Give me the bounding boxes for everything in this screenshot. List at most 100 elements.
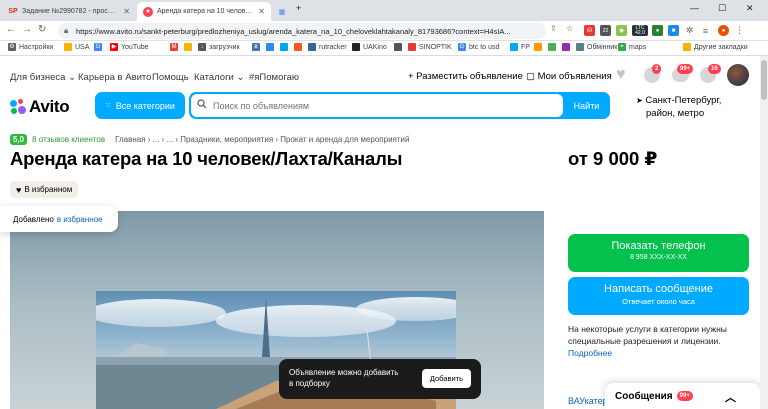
browser-tab-pinned[interactable]: ▦ xyxy=(272,2,292,21)
bookmark-site[interactable] xyxy=(534,43,545,51)
cart-badge: 16 xyxy=(708,64,721,74)
window-close-icon[interactable]: ✕ xyxy=(746,3,754,14)
location-arrow-icon: ➤ xyxy=(636,96,643,105)
bookmark-fp[interactable]: FP xyxy=(510,43,530,51)
bookmark-downloader[interactable]: ↓ загрузчик xyxy=(198,43,240,51)
profile-avatar-icon[interactable]: ● xyxy=(718,25,729,36)
back-icon[interactable]: ← xyxy=(6,24,16,35)
url-field[interactable]: 🔒︎ https://www.avito.ru/sankt-peterburg/… xyxy=(58,23,546,39)
site-icon xyxy=(308,43,316,51)
reviews-link[interactable]: 8 отзывов клиентов xyxy=(32,135,105,144)
messages-count-badge: 99+ xyxy=(676,391,693,401)
bookmark-gmail[interactable]: M xyxy=(170,43,181,51)
maximize-icon[interactable]: ☐ xyxy=(718,3,726,14)
nav-career[interactable]: Карьера в Авито xyxy=(78,72,151,83)
bookmark-site[interactable] xyxy=(294,43,305,51)
avito-logo[interactable]: Avito xyxy=(10,97,70,117)
dots-grid-icon: ⁙ xyxy=(105,101,112,110)
bookmark-other[interactable]: Другие закладки xyxy=(683,43,748,51)
ads-icon: ▢ xyxy=(526,71,535,82)
reading-list-icon[interactable]: ≡ xyxy=(700,25,711,36)
breadcrumb-item[interactable]: Праздники, мероприятия xyxy=(180,135,273,144)
tab-close-icon[interactable]: ✕ xyxy=(123,7,130,16)
ext-ltc-icon[interactable]: LTC 42.0 xyxy=(632,25,648,36)
bookmark-site[interactable] xyxy=(266,43,277,51)
nav-help-tag[interactable]: #яПомогаю xyxy=(249,72,299,83)
nav-for-business[interactable]: Для бизнеса ⌄ xyxy=(10,72,76,83)
bookmark-site[interactable] xyxy=(562,43,573,51)
bookmark-settings[interactable]: ⚙ Настройки xyxy=(8,43,53,51)
minimize-icon[interactable]: — xyxy=(690,3,699,13)
nav-catalogs[interactable]: Каталоги ⌄ xyxy=(194,72,244,83)
bookmark-btc[interactable]: Gbtc to usd xyxy=(458,43,499,51)
bookmark-site[interactable] xyxy=(548,43,559,51)
google-icon: G xyxy=(94,43,102,51)
extensions-puzzle-icon[interactable]: ✲ xyxy=(684,25,695,36)
site-icon xyxy=(280,43,288,51)
bookmark-sinoptik[interactable]: SINOPTIK xyxy=(408,43,452,51)
messages-panel-bar[interactable]: Сообщения 99+ ︿ xyxy=(605,383,760,409)
ext-icon[interactable]: ● xyxy=(652,25,663,36)
heart-icon: ♥ xyxy=(16,184,22,195)
browser-address-bar: ← → ↻ 🔒︎ https://www.avito.ru/sankt-pete… xyxy=(0,21,768,41)
all-categories-button[interactable]: ⁙ Все категории xyxy=(95,92,185,119)
browser-tab-task[interactable]: SP Задание №2990782 - просмотр з... ✕ xyxy=(2,2,136,21)
bookmark-youtube[interactable]: ▶ YouTube xyxy=(110,43,149,51)
add-to-collection-button[interactable]: Добавить xyxy=(421,369,471,388)
share-icon[interactable]: ⇪ xyxy=(550,24,557,33)
site-icon xyxy=(294,43,302,51)
bookmark-site[interactable] xyxy=(394,43,405,51)
bookmark-exchanger[interactable]: Обмінник xyxy=(576,43,617,51)
location-selector[interactable]: ➤ Санкт-Петербург, район, метро xyxy=(636,94,721,120)
maps-icon: ⌖ xyxy=(618,43,626,51)
page-scrollbar[interactable] xyxy=(760,56,768,409)
favorites-link[interactable]: в избранное xyxy=(57,215,103,224)
chevron-up-icon[interactable]: ︿ xyxy=(725,389,736,405)
scrollbar-thumb[interactable] xyxy=(761,60,767,100)
listing-title: Аренда катера на 10 человек/Лахта/Каналы xyxy=(10,148,403,169)
bookmark-vk[interactable]: в xyxy=(252,43,263,51)
site-icon xyxy=(548,43,556,51)
breadcrumb-item[interactable]: ... xyxy=(153,135,160,144)
search-input[interactable] xyxy=(191,94,563,117)
user-avatar[interactable] xyxy=(727,64,749,86)
ext-counter-icon[interactable]: 22 xyxy=(600,25,611,36)
breadcrumb-home[interactable]: Главная xyxy=(115,135,145,144)
tab-favicon-icon: ● xyxy=(143,6,153,17)
bookmark-usa[interactable]: USA xyxy=(64,43,89,51)
notice-more-link[interactable]: Подробнее xyxy=(568,347,758,359)
post-ad-link[interactable]: + Разместить объявление xyxy=(408,71,523,82)
search-button[interactable]: Найти xyxy=(563,92,610,119)
bookmark-google[interactable]: G xyxy=(94,43,105,51)
ext-icon[interactable]: ⛁ xyxy=(584,25,595,36)
bookmark-maps[interactable]: ⌖ maps xyxy=(618,43,646,51)
logo-text: Avito xyxy=(29,97,70,116)
new-tab-icon[interactable]: + xyxy=(296,3,301,13)
favorite-button[interactable]: ♥ В избранном xyxy=(10,181,79,198)
listing-price: от 9 000 ₽ xyxy=(568,148,658,169)
show-phone-button[interactable]: Показать телефон 8 958 XXX-XX-XX xyxy=(568,234,749,272)
bookmark-uakino[interactable]: UAKino xyxy=(352,43,387,51)
update-icon[interactable]: ⋮ xyxy=(734,25,745,36)
seller-name-link[interactable]: ВАУкатер xyxy=(568,396,608,406)
breadcrumb-item[interactable]: ... xyxy=(166,135,173,144)
reload-icon[interactable]: ↻ xyxy=(38,24,46,35)
breadcrumb-separator: › xyxy=(159,134,167,144)
nav-help[interactable]: Помощь xyxy=(152,72,189,83)
browser-tab-avito[interactable]: ● Аренда катера на 10 человек/Ла... ✕ xyxy=(137,2,271,21)
write-message-button[interactable]: Написать сообщение Отвечает около часа xyxy=(568,277,749,315)
favorites-heart-icon[interactable]: ♥ xyxy=(616,66,626,84)
chevron-down-icon: ⌄ xyxy=(236,72,245,83)
bookmark-rutracker[interactable]: rutracker xyxy=(308,43,347,51)
forward-icon[interactable]: → xyxy=(22,24,32,35)
ext-icon[interactable]: ◆ xyxy=(616,25,627,36)
ext-icon[interactable]: ■ xyxy=(668,25,679,36)
star-icon[interactable]: ☆ xyxy=(566,24,573,33)
bookmark-site[interactable] xyxy=(280,43,291,51)
bookmark-folder[interactable] xyxy=(184,43,195,51)
my-ads-link[interactable]: ▢ Мои объявления xyxy=(526,71,612,82)
notifications-badge: 2 xyxy=(652,64,662,74)
tab-close-icon[interactable]: ✕ xyxy=(258,7,265,16)
breadcrumb-item[interactable]: Прокат и аренда для мероприятий xyxy=(280,135,409,144)
avito-logo-icon xyxy=(10,99,26,115)
